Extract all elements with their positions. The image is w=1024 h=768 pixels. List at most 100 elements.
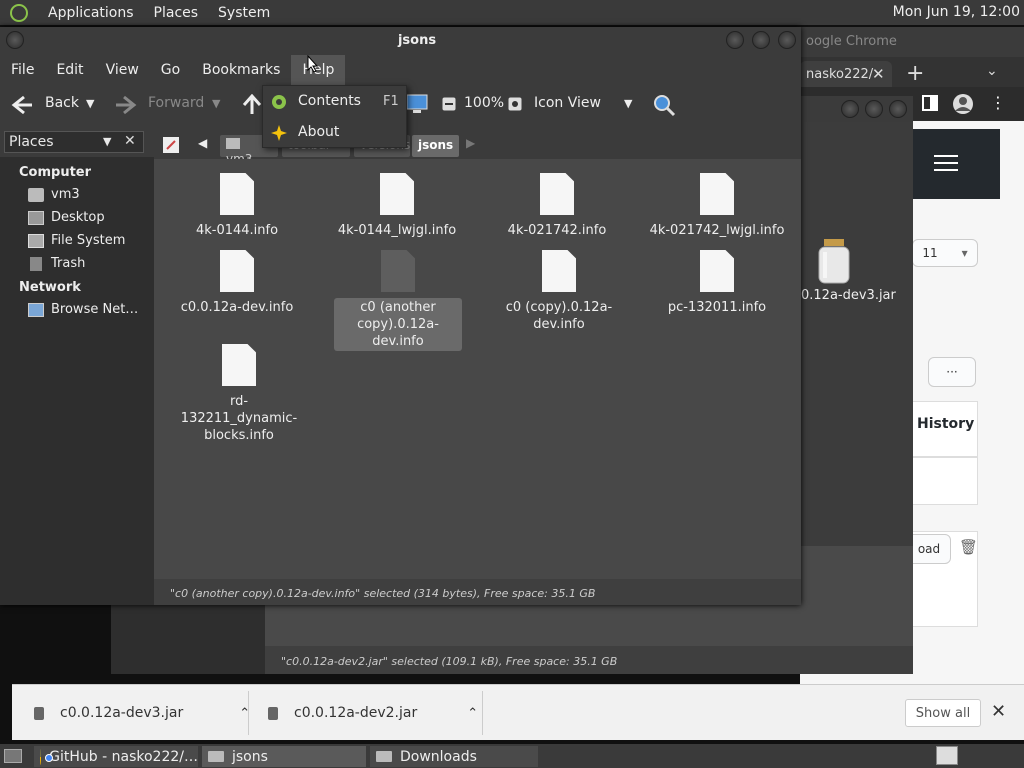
menu-item-contents[interactable]: Contents F1 bbox=[263, 87, 408, 117]
folder-icon bbox=[376, 751, 392, 762]
download-button[interactable]: oad bbox=[907, 534, 951, 564]
file-item-selected[interactable]: c0 (another copy).0.12a-dev.info bbox=[334, 250, 462, 351]
file-item[interactable]: 4k-0144_lwjgl.info bbox=[322, 173, 472, 240]
panel-menu-system[interactable]: System bbox=[218, 5, 270, 21]
file-item[interactable]: rd-132211_dynamic-blocks.info bbox=[172, 344, 306, 445]
sidebar-item-label: Browse Net… bbox=[51, 302, 139, 317]
menu-bookmarks[interactable]: Bookmarks bbox=[191, 55, 291, 85]
mate-logo-icon[interactable] bbox=[10, 3, 28, 22]
download-item[interactable]: c0.0.12a-dev3.jar ⌃ bbox=[34, 685, 250, 741]
download-shelf: c0.0.12a-dev3.jar ⌃ c0.0.12a-dev2.jar ⌃ … bbox=[12, 684, 1024, 740]
home-folder-icon bbox=[226, 138, 240, 149]
file-item[interactable]: pc-132011.info bbox=[642, 250, 792, 317]
document-icon bbox=[700, 173, 734, 215]
back-history-dropdown-icon[interactable]: ▼ bbox=[86, 97, 94, 110]
forward-button[interactable]: Forward bbox=[148, 95, 204, 111]
version-snippet: 11 bbox=[922, 246, 938, 260]
history-link[interactable]: History bbox=[910, 401, 978, 457]
hamburger-icon[interactable] bbox=[934, 155, 958, 171]
menu-item-about[interactable]: About bbox=[263, 118, 408, 148]
minimize-icon[interactable] bbox=[841, 100, 859, 118]
close-icon[interactable]: ✕ bbox=[991, 701, 1006, 722]
sidebar-item-desktop[interactable]: Desktop bbox=[28, 210, 105, 225]
breadcrumb-jsons[interactable]: jsons bbox=[412, 135, 460, 157]
sidebar-item-browse-network[interactable]: Browse Net… bbox=[28, 302, 138, 317]
trash-icon bbox=[30, 256, 42, 271]
sidebar-item-vm3[interactable]: vm3 bbox=[28, 187, 80, 202]
profile-avatar-icon[interactable] bbox=[952, 93, 974, 115]
back-arrow-icon[interactable] bbox=[10, 95, 34, 115]
document-icon bbox=[220, 173, 254, 215]
file-label: 4k-021742.info bbox=[507, 223, 607, 238]
maximize-icon[interactable] bbox=[752, 31, 770, 49]
file-item[interactable]: 4k-0144.info bbox=[162, 173, 312, 240]
close-icon[interactable]: ✕ bbox=[872, 65, 885, 83]
close-icon[interactable] bbox=[778, 31, 796, 49]
status-bar: "c0 (another copy).0.12a-dev.info" selec… bbox=[154, 579, 801, 605]
panel-clock[interactable]: Mon Jun 19, 12:00 bbox=[893, 4, 1020, 20]
maximize-icon[interactable] bbox=[865, 100, 883, 118]
menu-item-shortcut: F1 bbox=[383, 94, 399, 109]
zoom-in-icon[interactable] bbox=[508, 97, 522, 111]
edit-location-icon[interactable] bbox=[162, 136, 180, 154]
file-label[interactable]: 0.12a-dev3.jar bbox=[801, 288, 896, 303]
minimize-icon[interactable] bbox=[726, 31, 744, 49]
sidebar-item-label: Trash bbox=[51, 256, 86, 271]
file-item[interactable]: c0.0.12a-dev.info bbox=[162, 250, 312, 317]
zoom-out-icon[interactable] bbox=[442, 97, 456, 111]
file-label: c0 (copy).0.12a-dev.info bbox=[505, 300, 613, 332]
view-mode-dropdown-icon[interactable]: ▼ bbox=[624, 97, 632, 110]
up-arrow-icon[interactable] bbox=[242, 94, 262, 116]
menu-file[interactable]: File bbox=[0, 55, 45, 85]
sidebar-item-trash[interactable]: Trash bbox=[28, 256, 85, 271]
trash-icon[interactable]: 🗑 bbox=[959, 538, 978, 556]
sidepanel-icon[interactable] bbox=[922, 95, 938, 111]
github-panel: oad 🗑 bbox=[907, 531, 978, 627]
file-item[interactable]: 4k-021742.info bbox=[482, 173, 632, 240]
breadcrumb: ◀ vm3 toolbar versions jsons ▶ bbox=[154, 131, 801, 166]
menu-view[interactable]: View bbox=[95, 55, 150, 85]
sidebar-selector[interactable]: Places ▼ bbox=[4, 131, 144, 153]
new-tab-icon[interactable]: + bbox=[906, 61, 924, 86]
close-icon[interactable]: ✕ bbox=[124, 133, 136, 149]
chevron-up-icon[interactable]: ⌃ bbox=[467, 706, 478, 721]
file-label: pc-132011.info bbox=[667, 300, 767, 315]
breadcrumb-left-arrow-icon[interactable]: ◀ bbox=[198, 136, 207, 150]
view-mode-select[interactable]: Icon View bbox=[534, 95, 601, 111]
search-icon[interactable] bbox=[652, 93, 676, 117]
document-icon bbox=[540, 173, 574, 215]
show-desktop-icon[interactable] bbox=[4, 749, 22, 763]
show-all-button[interactable]: Show all bbox=[905, 699, 981, 727]
menu-edit[interactable]: Edit bbox=[45, 55, 94, 85]
panel-menu-places[interactable]: Places bbox=[154, 5, 199, 21]
taskbar-item-jsons[interactable]: jsons bbox=[202, 746, 366, 767]
kebab-menu-icon[interactable]: ⋮ bbox=[990, 93, 1006, 112]
file-item[interactable]: c0 (copy).0.12a-dev.info bbox=[492, 250, 626, 334]
more-options-button[interactable]: ··· bbox=[928, 357, 976, 387]
top-panel: Applications Places System Mon Jun 19, 1… bbox=[0, 0, 1024, 25]
file-item[interactable]: 4k-021742_lwjgl.info bbox=[642, 173, 792, 240]
panel-menu-applications[interactable]: Applications bbox=[48, 5, 134, 21]
zoom-level[interactable]: 100% bbox=[464, 95, 504, 111]
divider bbox=[248, 691, 249, 735]
back-button[interactable]: Back bbox=[45, 95, 79, 111]
document-icon bbox=[220, 250, 254, 292]
chevron-down-icon: ▼ bbox=[103, 135, 112, 148]
taskbar-item-chrome[interactable]: GitHub - nasko222/… bbox=[34, 746, 198, 767]
menu-go[interactable]: Go bbox=[150, 55, 191, 85]
jar-file-icon bbox=[34, 706, 44, 720]
window-titlebar[interactable]: jsons bbox=[0, 27, 801, 55]
sidebar-item-file-system[interactable]: File System bbox=[28, 233, 125, 248]
workspace-switcher-icon[interactable] bbox=[936, 746, 958, 765]
computer-icon[interactable] bbox=[406, 94, 428, 114]
chevron-down-icon[interactable]: ⌄ bbox=[986, 63, 998, 79]
star-icon bbox=[271, 125, 287, 141]
download-item[interactable]: c0.0.12a-dev2.jar ⌃ bbox=[268, 685, 478, 741]
github-branch-select[interactable]: 11 ▾ bbox=[912, 239, 978, 267]
menu-item-label: About bbox=[298, 124, 340, 140]
menu-bar: File Edit View Go Bookmarks Help bbox=[0, 55, 801, 85]
close-icon[interactable] bbox=[889, 100, 907, 118]
jar-file-icon[interactable] bbox=[815, 238, 853, 284]
breadcrumb-right-arrow-icon[interactable]: ▶ bbox=[466, 136, 475, 150]
taskbar-item-downloads[interactable]: Downloads bbox=[370, 746, 538, 767]
